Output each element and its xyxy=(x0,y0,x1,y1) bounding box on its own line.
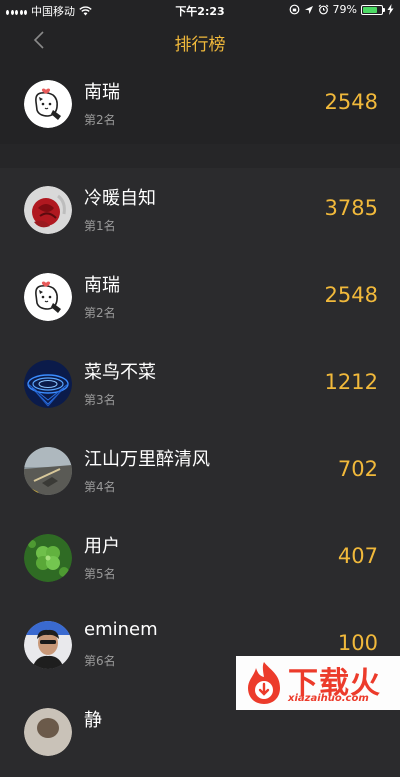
player-score: 3785 xyxy=(324,196,378,220)
person-avatar-icon xyxy=(24,621,72,669)
rank-label: 第1名 xyxy=(84,219,116,233)
player-name: eminem xyxy=(84,619,158,640)
battery-percent: 79% xyxy=(332,3,357,16)
player-name: 江山万里醉清风 xyxy=(84,449,210,470)
clover-avatar-icon xyxy=(24,534,72,582)
page-title: 排行榜 xyxy=(174,35,226,55)
rank-label: 第5名 xyxy=(84,567,116,581)
status-right: 79% xyxy=(289,3,394,16)
avatar xyxy=(24,273,72,321)
avatar xyxy=(24,621,72,669)
tunnel-avatar-icon xyxy=(24,360,72,408)
avatar xyxy=(24,708,72,756)
avatar xyxy=(24,447,72,495)
location-icon xyxy=(304,5,313,14)
my-rank-item[interactable]: 南瑞 第2名 2548 xyxy=(0,62,400,149)
player-name: 用户 xyxy=(84,536,120,557)
player-name: 冷暖自知 xyxy=(84,188,156,209)
list-item[interactable]: 冷暖自知 第1名 3785 xyxy=(0,168,400,255)
player-score: 1212 xyxy=(324,370,378,394)
player-score: 702 xyxy=(337,457,378,481)
list-item[interactable]: 用户 第5名 407 xyxy=(0,516,400,603)
player-name: 菜鸟不菜 xyxy=(84,362,156,383)
avatar xyxy=(24,534,72,582)
status-bar: 中国移动 下午2:23 79% xyxy=(0,0,400,20)
watermark: 下载火 xiazaihuo.com xyxy=(236,656,400,710)
player-name: 南瑞 xyxy=(84,275,120,296)
charging-icon xyxy=(387,4,394,15)
runway-avatar-icon xyxy=(24,447,72,495)
battery-level-fill xyxy=(363,6,378,13)
battery-icon xyxy=(361,4,385,15)
nav-bar: 排行榜 xyxy=(0,20,400,62)
avatar xyxy=(24,80,72,128)
rank-label: 第2名 xyxy=(84,306,116,320)
rank-label: 第4名 xyxy=(84,480,116,494)
flame-logo-icon xyxy=(248,662,280,704)
header-area: 中国移动 下午2:23 79% 排行榜 南瑞 第2名 2548 xyxy=(0,0,400,144)
rank-label: 第3名 xyxy=(84,393,116,407)
list-item[interactable]: 菜鸟不菜 第3名 1212 xyxy=(0,342,400,429)
player-name: 南瑞 xyxy=(84,82,120,103)
list-item[interactable]: 江山万里醉清风 第4名 702 xyxy=(0,429,400,516)
photo-avatar-icon xyxy=(24,708,72,756)
alarm-icon xyxy=(318,4,328,15)
rank-label: 第6名 xyxy=(84,654,116,668)
list-item[interactable]: 南瑞 第2名 2548 xyxy=(0,255,400,342)
avatar xyxy=(24,186,72,234)
rose-avatar-icon xyxy=(24,186,72,234)
player-score: 2548 xyxy=(324,283,378,307)
cat-avatar-icon xyxy=(24,273,72,321)
avatar xyxy=(24,360,72,408)
orientation-lock-icon xyxy=(289,4,299,15)
cat-avatar-icon xyxy=(24,80,72,128)
player-score: 407 xyxy=(337,544,378,568)
rank-label: 第2名 xyxy=(84,113,116,127)
player-score: 2548 xyxy=(324,90,378,114)
player-score: 100 xyxy=(337,631,378,655)
watermark-domain: xiazaihuo.com xyxy=(288,693,369,704)
